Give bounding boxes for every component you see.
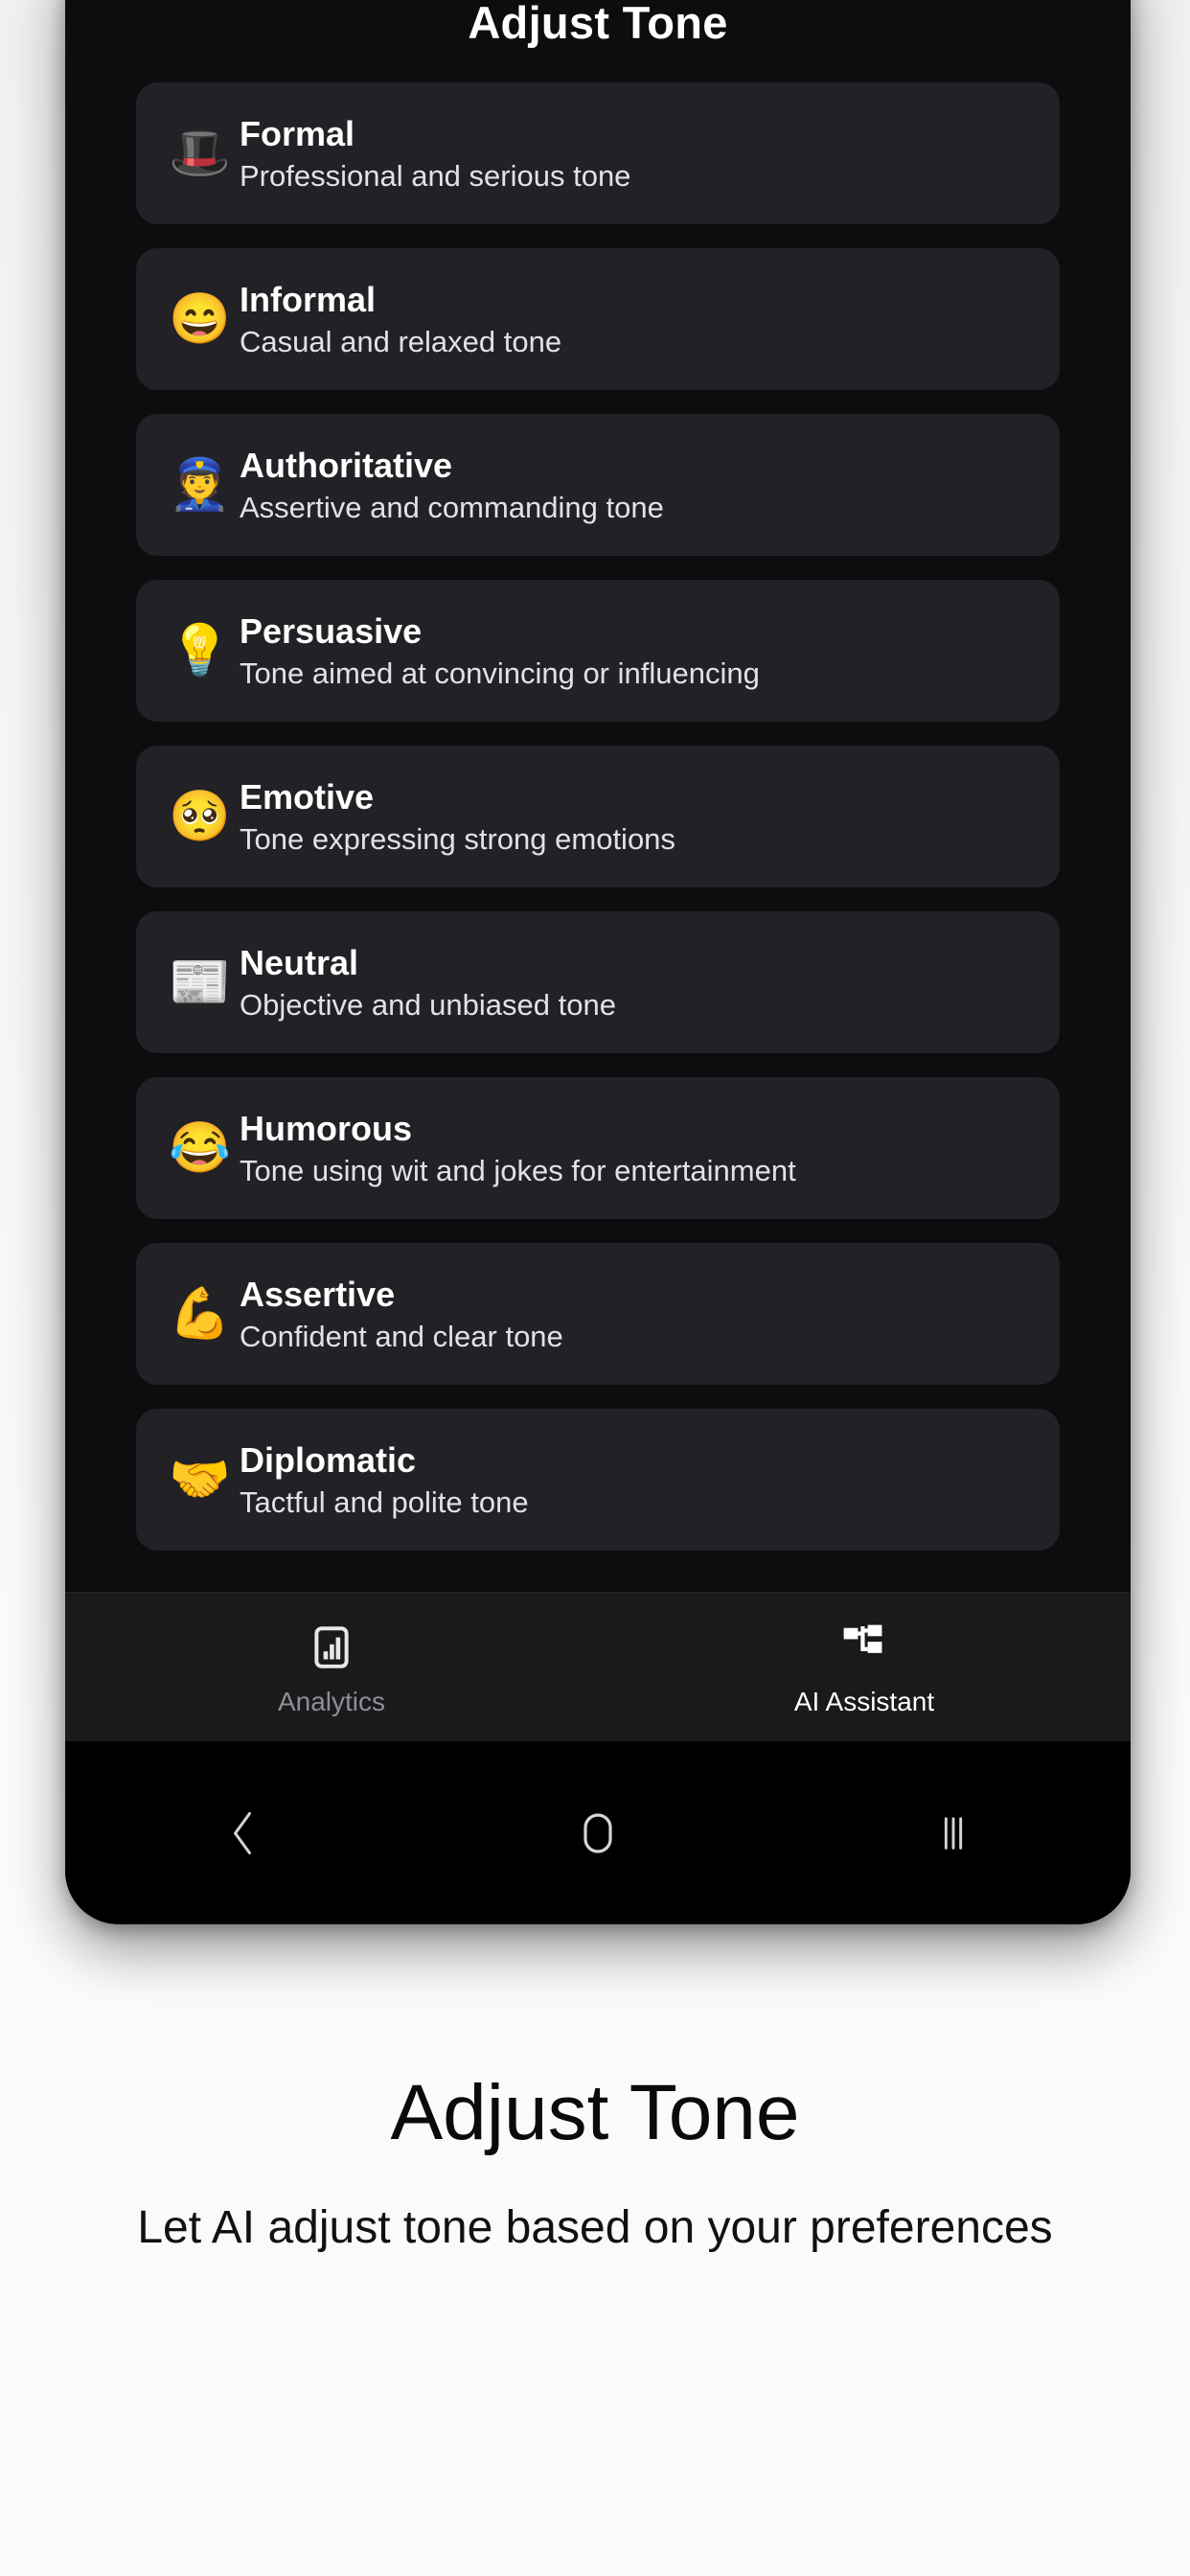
top-hat-icon: 🎩 [169,126,231,181]
handshake-icon: 🤝 [169,1452,231,1507]
tone-option-text: Persuasive Tone aimed at convincing or i… [240,611,760,691]
tone-option-description: Assertive and commanding tone [240,490,664,524]
pleading-face-icon: 🥺 [169,789,231,844]
recents-button[interactable] [775,1806,1131,1860]
tone-option-emotive[interactable]: 🥺 Emotive Tone expressing strong emotion… [136,746,1060,887]
tone-option-assertive[interactable]: 💪 Assertive Confident and clear tone [136,1243,1060,1385]
tone-option-name: Formal [240,113,355,153]
tone-option-description: Tactful and polite tone [240,1484,529,1519]
tone-option-formal[interactable]: 🎩 Formal Professional and serious tone [136,82,1060,224]
home-button[interactable] [421,1806,776,1860]
tone-option-text: Informal Casual and relaxed tone [240,280,561,359]
android-system-navigation-bar [65,1741,1131,1924]
tone-option-description: Confident and clear tone [240,1319,563,1353]
node-network-icon [836,1620,892,1675]
app-screen: Adjust Tone 🎩 Formal Professional and se… [65,0,1131,1741]
tone-option-diplomatic[interactable]: 🤝 Diplomatic Tactful and polite tone [136,1409,1060,1551]
tone-option-list[interactable]: 🎩 Formal Professional and serious tone 😄… [65,82,1131,1592]
tone-option-text: Formal Professional and serious tone [240,114,630,194]
back-button[interactable] [65,1806,421,1860]
tone-option-name: Authoritative [240,445,453,485]
tone-option-description: Objective and unbiased tone [240,987,616,1022]
tone-option-authoritative[interactable]: 👮 Authoritative Assertive and commanding… [136,414,1060,556]
phone-device-frame: Adjust Tone 🎩 Formal Professional and se… [65,0,1131,1924]
bar-chart-phone-icon [304,1620,359,1675]
tone-option-description: Professional and serious tone [240,158,631,193]
tone-option-name: Neutral [240,942,359,982]
home-pill-icon [575,1806,621,1860]
recents-bars-icon [931,1806,975,1860]
tone-option-name: Diplomatic [240,1439,417,1480]
newspaper-icon: 📰 [169,954,231,1010]
back-chevron-icon [220,1806,264,1860]
tone-option-name: Emotive [240,776,375,816]
tone-option-text: Neutral Objective and unbiased tone [240,943,616,1023]
tone-option-persuasive[interactable]: 💡 Persuasive Tone aimed at convincing or… [136,580,1060,722]
tone-option-text: Assertive Confident and clear tone [240,1275,563,1354]
grinning-face-icon: 😄 [169,291,231,347]
tone-option-text: Humorous Tone using wit and jokes for en… [240,1109,796,1188]
tone-option-humorous[interactable]: 😂 Humorous Tone using wit and jokes for … [136,1077,1060,1219]
nav-tab-analytics[interactable]: Analytics [65,1620,598,1715]
nav-tab-label: Analytics [277,1686,386,1716]
tone-option-name: Informal [240,279,377,319]
tone-option-text: Emotive Tone expressing strong emotions [240,777,675,857]
app-header: Adjust Tone [65,0,1131,82]
flexed-biceps-icon: 💪 [169,1286,231,1342]
light-bulb-icon: 💡 [169,623,231,678]
tone-option-description: Tone aimed at convincing or influencing [240,656,760,690]
nav-tab-ai-assistant[interactable]: AI Assistant [598,1620,1131,1715]
caption-block: Adjust Tone Let AI adjust tone based on … [0,2069,1190,2258]
tone-option-name: Assertive [240,1274,396,1314]
caption-subtitle: Let AI adjust tone based on your prefere… [137,2202,1053,2254]
tone-option-text: Authoritative Assertive and commanding t… [240,446,664,525]
tears-of-joy-icon: 😂 [169,1120,231,1176]
nav-tab-label: AI Assistant [793,1686,935,1716]
tone-option-name: Humorous [240,1108,412,1148]
tone-option-description: Casual and relaxed tone [240,324,562,358]
tone-option-description: Tone using wit and jokes for entertainme… [240,1153,796,1187]
caption-title: Adjust Tone [390,2069,800,2156]
tone-option-description: Tone expressing strong emotions [240,821,675,856]
tone-option-text: Diplomatic Tactful and polite tone [240,1440,529,1520]
police-officer-icon: 👮 [169,457,231,513]
tone-option-name: Persuasive [240,610,423,651]
page-title: Adjust Tone [468,0,728,48]
tone-option-neutral[interactable]: 📰 Neutral Objective and unbiased tone [136,911,1060,1053]
tone-option-informal[interactable]: 😄 Informal Casual and relaxed tone [136,248,1060,390]
bottom-navigation-bar: Analytics AI Assistant [65,1592,1131,1741]
